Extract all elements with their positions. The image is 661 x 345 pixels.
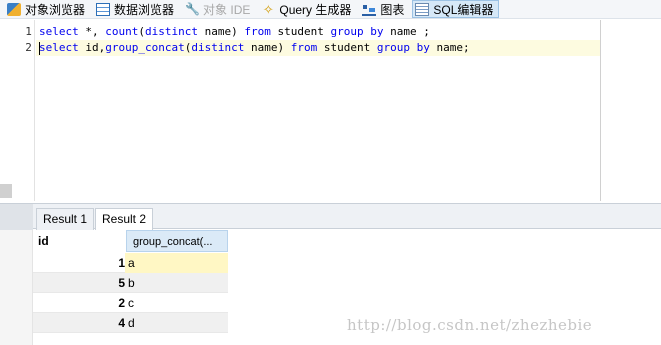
code-line[interactable]: select id,group_concat(distinct name) fr…	[39, 40, 470, 56]
sql-token: name	[250, 41, 278, 54]
magic-wand-icon: ✧	[262, 1, 274, 17]
chart-button[interactable]: 图表	[359, 0, 410, 18]
cell-value[interactable]: d	[125, 313, 228, 333]
sql-keyword: select	[39, 41, 79, 54]
object-ide-button[interactable]: 🔧 对象 IDE	[182, 0, 256, 18]
sql-keyword: distinct	[145, 25, 198, 38]
sql-token: student	[277, 25, 324, 38]
object-ide-label: 对象 IDE	[203, 2, 251, 17]
sql-token: id	[85, 41, 99, 54]
text-caret	[39, 42, 40, 55]
sql-keyword: from	[244, 25, 271, 38]
query-builder-button[interactable]: ✧ Query 生成器	[258, 0, 357, 18]
table-row[interactable]: 4 d	[33, 313, 228, 333]
sql-function: group_concat	[105, 41, 185, 54]
grid-row-header-strip	[0, 230, 33, 345]
sql-keyword: group	[376, 41, 410, 54]
sql-token: name	[204, 25, 232, 38]
line-number: 2	[25, 41, 32, 54]
data-browser-label: 数据浏览器	[114, 2, 175, 17]
sql-keyword: select	[39, 25, 79, 38]
object-browser-icon	[7, 2, 21, 16]
sql-editor[interactable]: 1 2 select *, count(distinct name) from …	[0, 20, 661, 201]
line-number: 1	[25, 25, 32, 38]
chart-label: 图表	[380, 2, 405, 17]
column-header-id[interactable]: id	[38, 230, 126, 252]
table-row[interactable]: 5 b	[33, 273, 228, 293]
cell-id[interactable]: 2	[33, 293, 125, 313]
sql-function: count	[105, 25, 139, 38]
sql-keyword: by	[416, 41, 430, 54]
sql-keyword: by	[370, 25, 384, 38]
chart-icon	[362, 3, 377, 16]
main-toolbar: 对象浏览器 数据浏览器 🔧 对象 IDE ✧ Query 生成器 图表 SQL编…	[0, 0, 661, 19]
sql-token: (	[138, 25, 145, 38]
sql-token: name	[436, 41, 463, 54]
sql-token: *,	[78, 25, 106, 38]
result-tabs-bar: Result 1 Result 2	[0, 203, 661, 231]
sql-editor-button[interactable]: SQL编辑器	[412, 0, 500, 18]
line-number-gutter: 1 2	[22, 20, 35, 201]
cell-id[interactable]: 1	[33, 253, 125, 273]
wrench-icon: 🔧	[185, 1, 200, 16]
column-header-group-concat[interactable]: group_concat(...	[126, 230, 228, 252]
sql-token: )	[277, 41, 291, 54]
data-browser-icon	[96, 2, 111, 16]
sql-token: )	[231, 25, 245, 38]
tab-result-2[interactable]: Result 2	[95, 208, 154, 231]
sql-keyword: from	[290, 41, 318, 54]
editor-margin-line	[600, 20, 601, 201]
cell-value[interactable]: c	[125, 293, 228, 313]
query-builder-label: Query 生成器	[279, 2, 352, 17]
splitter-handle[interactable]	[0, 184, 12, 198]
cell-value[interactable]: a	[125, 253, 228, 273]
cell-id[interactable]: 5	[33, 273, 125, 293]
sql-editor-label: SQL编辑器	[433, 2, 494, 17]
cell-value[interactable]: b	[125, 273, 228, 293]
object-browser-button[interactable]: 对象浏览器	[4, 0, 91, 18]
code-line[interactable]: select *, count(distinct name) from stud…	[39, 24, 430, 40]
sql-keyword: distinct	[191, 41, 245, 54]
sql-editor-icon	[415, 2, 430, 16]
table-row[interactable]: 2 c	[33, 293, 228, 313]
tabs-bar-left-strip	[0, 204, 33, 230]
sql-token: ;	[462, 41, 470, 54]
sql-token: student	[323, 41, 371, 54]
cell-id[interactable]: 4	[33, 313, 125, 333]
editor-left-strip	[0, 20, 12, 201]
data-browser-button[interactable]: 数据浏览器	[93, 0, 180, 18]
sql-keyword: group	[330, 25, 364, 38]
watermark: http://blog.csdn.net/zhezhebie	[347, 316, 593, 334]
sql-token: ;	[416, 25, 430, 38]
table-row[interactable]: 1 a	[33, 253, 228, 273]
sql-token: name	[390, 25, 417, 38]
results-grid: id group_concat(... 1 a 5 b 2 c 4 d http…	[0, 230, 661, 345]
tab-result-1[interactable]: Result 1	[36, 208, 95, 230]
object-browser-label: 对象浏览器	[25, 2, 86, 17]
